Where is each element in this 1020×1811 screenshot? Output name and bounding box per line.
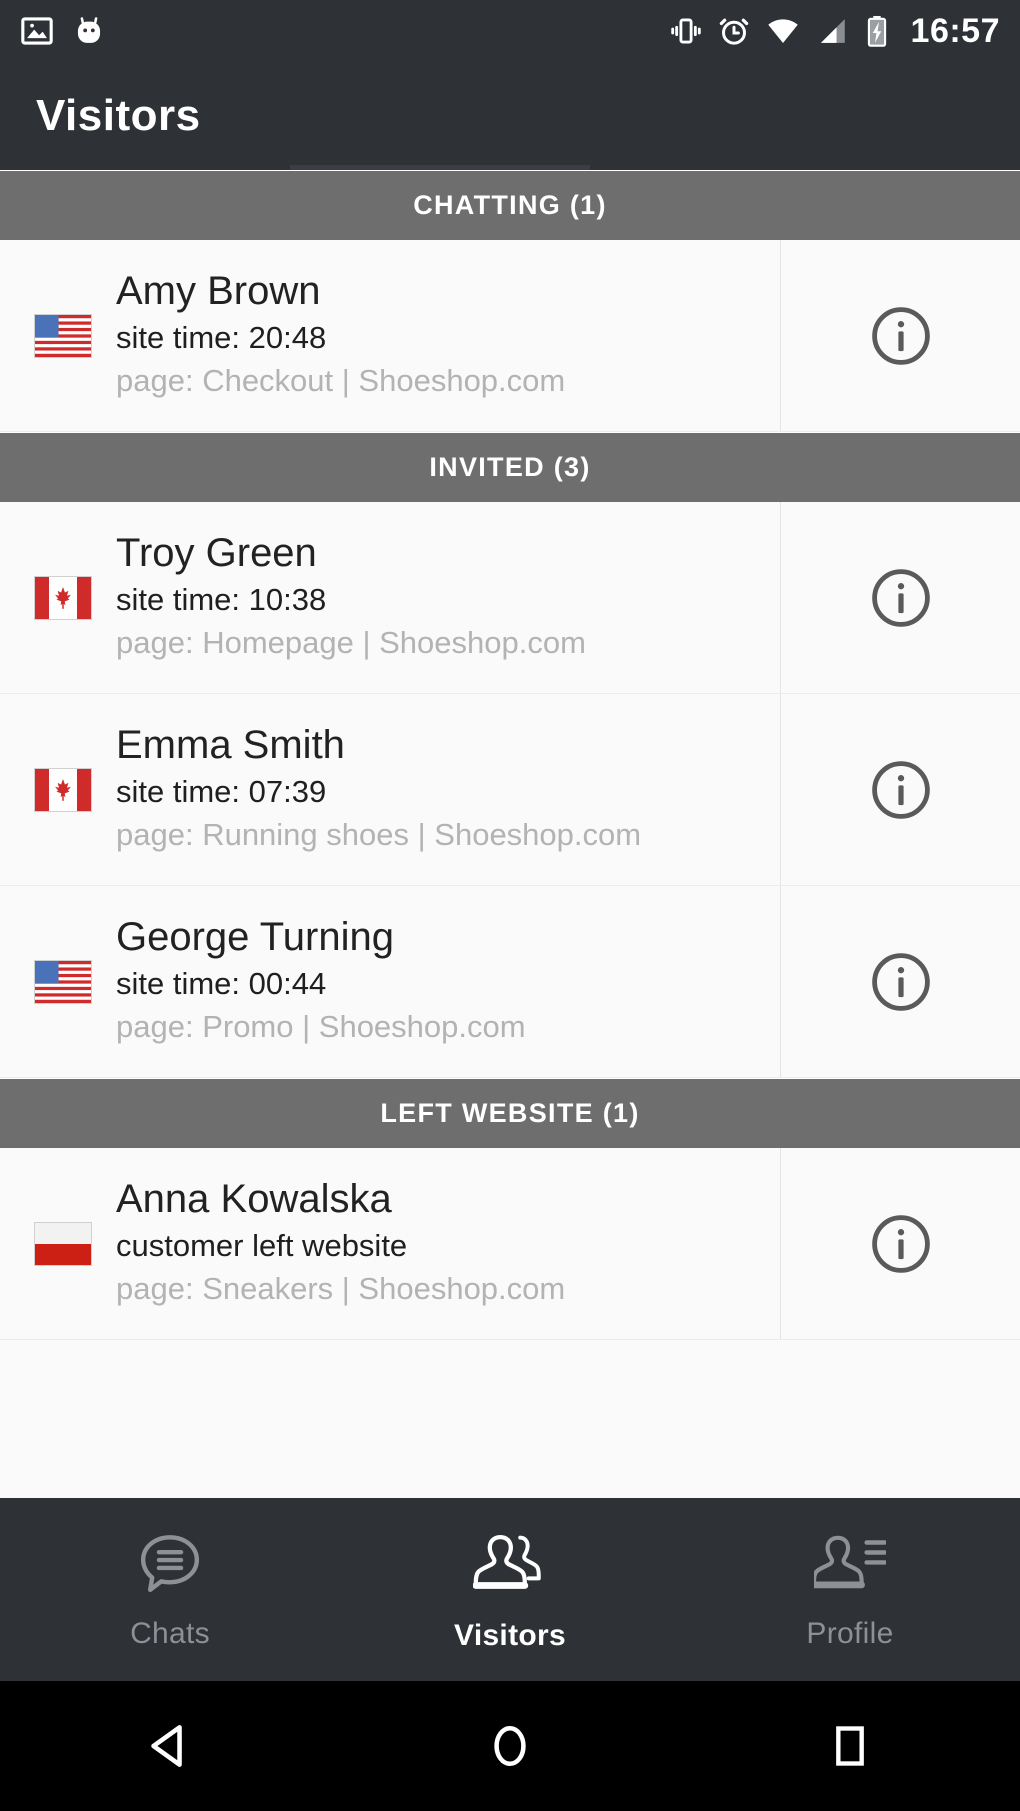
visitor-row-text: George Turning site time: 00:44 page: Pr…	[116, 915, 526, 1048]
wifi-icon	[765, 14, 801, 48]
visitor-row-text: Anna Kowalska customer left website page…	[116, 1177, 565, 1310]
visitor-row-text: Troy Green site time: 10:38 page: Homepa…	[116, 531, 586, 664]
profile-icon	[810, 1528, 888, 1603]
visitor-status: site time: 00:44	[116, 965, 327, 1001]
visitor-name: Emma Smith	[116, 723, 345, 768]
visitor-info-button[interactable]	[780, 1148, 1020, 1339]
visitor-status: site time: 10:38	[116, 581, 327, 617]
status-bar-right-icons: 16:57	[669, 12, 1000, 51]
robot-icon	[72, 14, 106, 48]
visitor-name: Anna Kowalska	[116, 1177, 392, 1222]
bottom-navigation: Chats Visitors Profile	[0, 1498, 1020, 1680]
section-header-chatting: CHATTING (1)	[0, 170, 1020, 240]
visitor-info-button[interactable]	[780, 240, 1020, 431]
status-bar-left-icons	[20, 14, 106, 48]
app-screen: 16:57 Visitors CHATTING (1) Amy Brown si…	[0, 0, 1020, 1811]
visitor-row-main[interactable]: George Turning site time: 00:44 page: Pr…	[0, 886, 780, 1077]
back-icon[interactable]	[70, 1681, 270, 1811]
info-icon	[871, 306, 930, 365]
visitor-row[interactable]: Emma Smith site time: 07:39 page: Runnin…	[0, 694, 1020, 886]
nav-tab-profile[interactable]: Profile	[680, 1498, 1020, 1680]
ca-flag-icon	[34, 767, 92, 812]
us-flag-icon	[34, 313, 92, 358]
info-icon	[871, 1214, 930, 1273]
pl-flag-icon	[34, 1221, 92, 1266]
visitor-status: site time: 07:39	[116, 773, 327, 809]
nav-tab-chats[interactable]: Chats	[0, 1498, 340, 1680]
recents-icon[interactable]	[750, 1681, 950, 1811]
visitor-info-button[interactable]	[780, 886, 1020, 1077]
status-bar: 16:57	[0, 0, 1020, 62]
visitor-row-main[interactable]: Troy Green site time: 10:38 page: Homepa…	[0, 502, 780, 693]
visitor-info-button[interactable]	[780, 502, 1020, 693]
visitor-info-button[interactable]	[780, 694, 1020, 885]
visitor-row-main[interactable]: Amy Brown site time: 20:48 page: Checkou…	[0, 240, 780, 431]
visitor-row[interactable]: Troy Green site time: 10:38 page: Homepa…	[0, 502, 1020, 694]
visitor-row[interactable]: Anna Kowalska customer left website page…	[0, 1148, 1020, 1340]
section-header-invited: INVITED (3)	[0, 432, 1020, 502]
nav-tab-visitors[interactable]: Visitors	[340, 1498, 680, 1680]
status-bar-clock: 16:57	[910, 11, 1000, 50]
signal-icon	[815, 14, 849, 48]
visitor-page: page: Promo | Shoeshop.com	[116, 1008, 526, 1044]
visitor-status: site time: 20:48	[116, 319, 327, 355]
info-icon	[871, 760, 930, 819]
alarm-icon	[717, 14, 751, 48]
visitor-page: page: Homepage | Shoeshop.com	[116, 624, 586, 660]
visitor-row[interactable]: Amy Brown site time: 20:48 page: Checkou…	[0, 240, 1020, 432]
visitor-page: page: Checkout | Shoeshop.com	[116, 362, 566, 398]
ca-flag-icon	[34, 575, 92, 620]
visitor-row-main[interactable]: Anna Kowalska customer left website page…	[0, 1148, 780, 1339]
nav-tab-chats-label: Chats	[130, 1616, 210, 1650]
visitor-status: customer left website	[116, 1227, 408, 1263]
people-icon	[472, 1526, 547, 1605]
visitor-row-text: Amy Brown site time: 20:48 page: Checkou…	[116, 269, 565, 402]
photo-icon	[20, 14, 54, 48]
visitor-name: Troy Green	[116, 531, 317, 576]
visitors-list[interactable]: CHATTING (1) Amy Brown site time: 20:48 …	[0, 170, 1020, 1498]
visitor-row-main[interactable]: Emma Smith site time: 07:39 page: Runnin…	[0, 694, 780, 885]
info-icon	[871, 568, 930, 627]
android-system-nav	[0, 1680, 1020, 1811]
nav-tab-visitors-label: Visitors	[454, 1618, 566, 1652]
visitor-name: Amy Brown	[116, 269, 321, 314]
home-icon[interactable]	[410, 1681, 610, 1811]
visitor-page: page: Running shoes | Shoeshop.com	[116, 816, 642, 852]
info-icon	[871, 952, 930, 1011]
us-flag-icon	[34, 959, 92, 1004]
nav-tab-profile-label: Profile	[806, 1616, 894, 1650]
battery-charging-icon	[863, 14, 891, 48]
page-title: Visitors	[36, 91, 201, 140]
vibrate-icon	[669, 14, 703, 48]
section-header-left-website: LEFT WEBSITE (1)	[0, 1078, 1020, 1148]
visitor-name: George Turning	[116, 915, 394, 960]
visitor-page: page: Sneakers | Shoeshop.com	[116, 1270, 566, 1306]
visitor-row-text: Emma Smith site time: 07:39 page: Runnin…	[116, 723, 641, 856]
app-bar: Visitors	[0, 62, 1020, 170]
visitor-row[interactable]: George Turning site time: 00:44 page: Pr…	[0, 886, 1020, 1078]
chat-bubble-icon	[135, 1528, 205, 1603]
